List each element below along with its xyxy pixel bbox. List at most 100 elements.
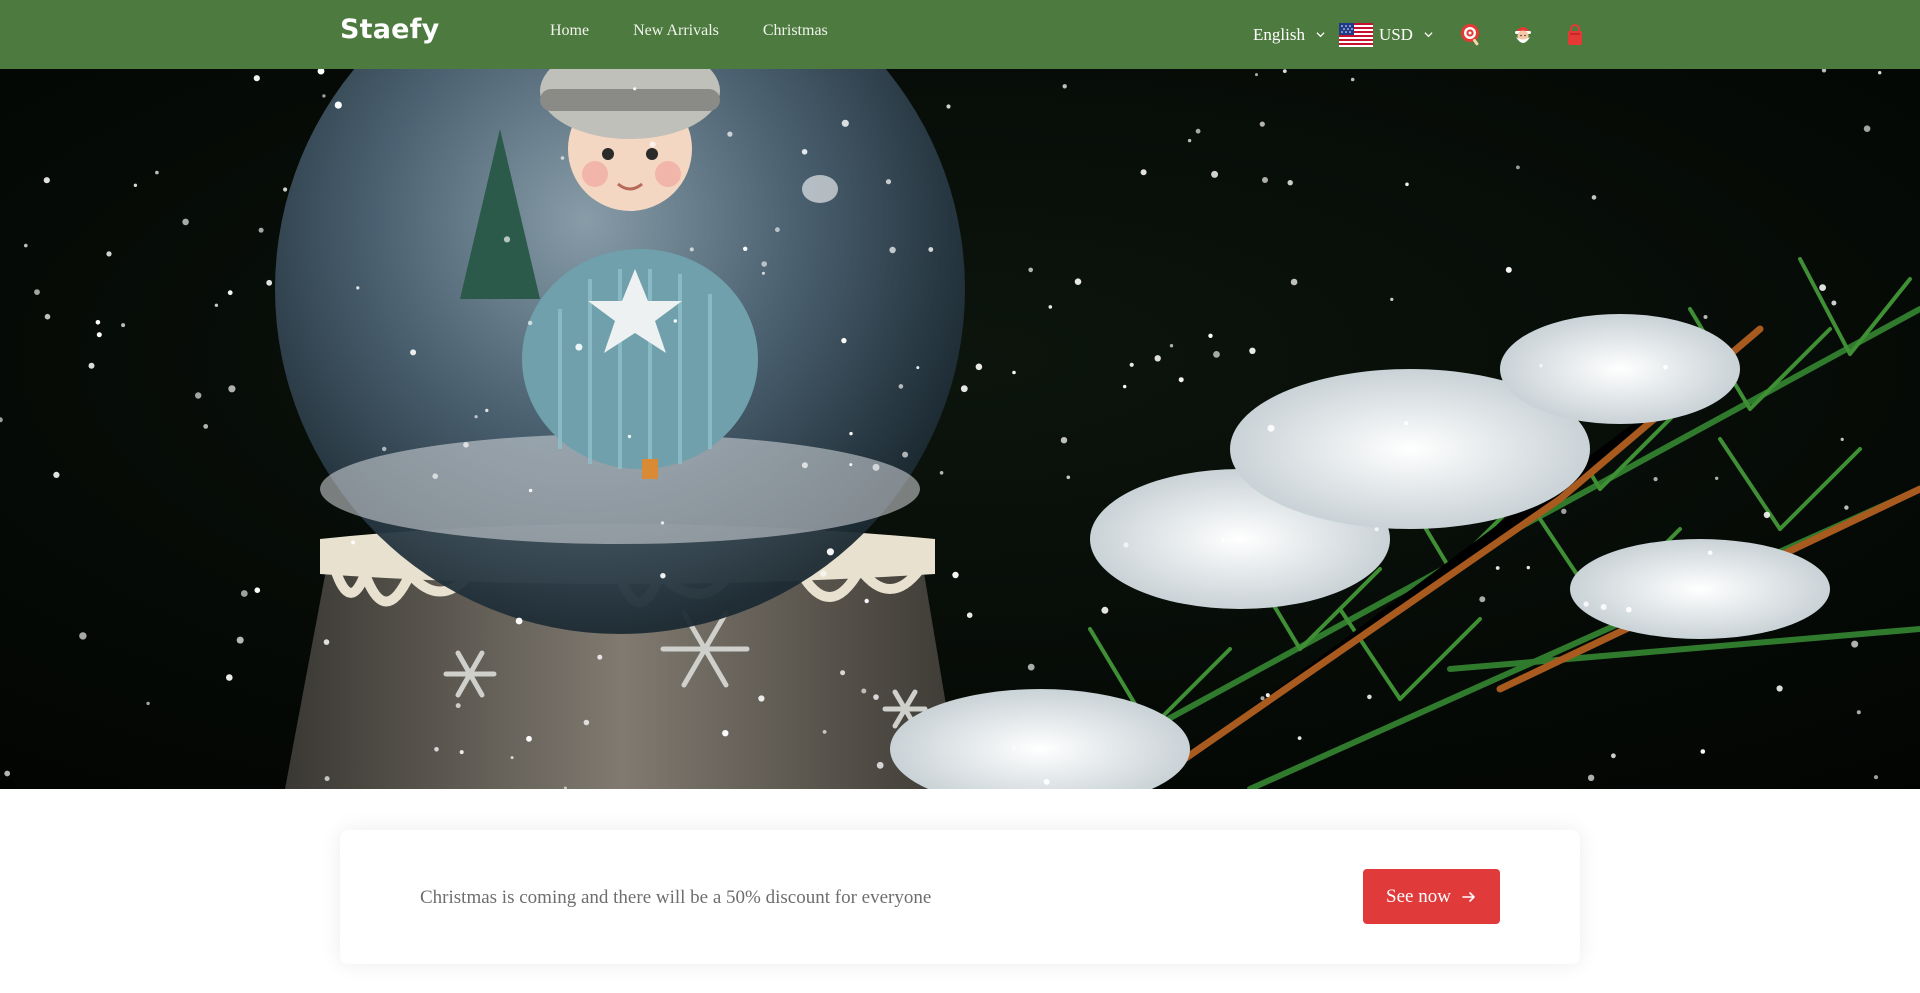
snow-dot [727, 131, 733, 137]
snow-dot [1505, 266, 1512, 273]
snow-dot [841, 337, 847, 344]
snow-dot [801, 149, 808, 155]
snow-dot [228, 385, 236, 393]
snow-dot [1178, 377, 1184, 383]
snow-dot [1663, 364, 1668, 370]
snow-dot [820, 570, 827, 577]
snow-dot [1611, 753, 1616, 759]
snow-dot [24, 243, 28, 248]
snow-dot [463, 442, 469, 448]
snow-dot [841, 119, 849, 127]
snow-dot [1195, 128, 1201, 134]
shopping-bag-icon[interactable] [1563, 23, 1587, 47]
snow-dot [861, 688, 867, 694]
snow-dot [226, 674, 233, 681]
snow-dot [761, 271, 765, 275]
snow-dot [885, 179, 892, 185]
snow-dot [227, 290, 233, 296]
snow-dot [240, 590, 248, 597]
snow-dot [1249, 347, 1256, 354]
snow-dot [1374, 527, 1379, 532]
us-flag-icon [1338, 22, 1373, 47]
snow-dot [95, 320, 101, 325]
snow-dot [1390, 297, 1394, 301]
snow-dot [351, 540, 356, 545]
snow-dot [1287, 180, 1293, 186]
snow-dot [1495, 566, 1500, 570]
snow-dot [459, 750, 464, 755]
snow-dot [975, 363, 983, 371]
snow-dot [1012, 370, 1016, 375]
snow-dot [1819, 284, 1826, 291]
language-selector[interactable]: English [1253, 25, 1325, 45]
currency-selector[interactable]: USD [1338, 22, 1433, 47]
snow-dot [898, 384, 904, 389]
snow-dot [258, 227, 264, 233]
snow-dot [660, 573, 666, 579]
snow-dot [214, 303, 219, 307]
nav-new-arrivals[interactable]: New Arrivals [633, 22, 719, 40]
snow-dot [1844, 505, 1849, 510]
snow-dot [597, 654, 603, 660]
snow-dot [474, 415, 478, 419]
snow-dot [1066, 475, 1071, 480]
snow-dot [266, 279, 273, 286]
nav-christmas[interactable]: Christmas [763, 22, 828, 40]
snow-dot [1561, 508, 1567, 514]
snow-dot [633, 87, 637, 91]
snow-dot [722, 730, 729, 737]
snow-dot [1211, 170, 1219, 178]
snow-dot [1856, 710, 1861, 715]
arrow-right-icon [1462, 891, 1475, 902]
currency-label: USD [1378, 24, 1413, 44]
snow-dot [1831, 300, 1837, 306]
main-nav: Home New Arrivals Christmas [550, 22, 828, 40]
snow-dot [1587, 774, 1595, 781]
snow-dot [1851, 640, 1859, 648]
snow-dot [876, 761, 884, 769]
lollipop-icon[interactable] [1459, 23, 1483, 47]
snow-dot [334, 101, 342, 109]
snow-dot [356, 286, 360, 290]
snow-dot [1154, 355, 1161, 362]
snow-dot [822, 730, 827, 734]
site-logo[interactable]: Staefy [340, 14, 439, 45]
snow-dot [1776, 685, 1783, 692]
santa-icon[interactable] [1511, 23, 1535, 47]
snow-dot [946, 104, 951, 109]
snow-dot [1265, 693, 1270, 698]
snow-dot [455, 703, 461, 709]
snow-dot [1262, 177, 1268, 183]
snow-dot [1259, 121, 1265, 127]
snow-dot [133, 183, 138, 187]
snow-dot [1404, 421, 1409, 426]
snow-dot [689, 247, 694, 252]
snow-dot [1763, 511, 1771, 519]
see-now-label: See now [1386, 885, 1451, 907]
snow-dot [323, 639, 330, 645]
see-now-button[interactable]: See now [1363, 869, 1500, 924]
snow-dot [1840, 437, 1844, 441]
language-label: English [1253, 24, 1305, 44]
snow-dot [840, 670, 846, 676]
snow-dot [1878, 71, 1882, 75]
snow-dot [1526, 565, 1531, 570]
header-icons [1459, 23, 1587, 47]
snow-dot [660, 521, 665, 525]
snow-dot [873, 694, 879, 700]
snow-dot [410, 349, 417, 356]
snow-dot [4, 770, 11, 777]
snow-dot [79, 632, 87, 640]
snow-dot [53, 471, 60, 478]
snow-dot [1043, 778, 1050, 785]
snow-dot [1405, 182, 1409, 187]
nav-home[interactable]: Home [550, 22, 589, 40]
snow-dot [960, 385, 968, 393]
snow-dot [1123, 384, 1127, 389]
snow-dot [775, 227, 780, 233]
snow-dot [1290, 278, 1298, 286]
snow-dot [1260, 696, 1265, 701]
snow-dot [1187, 138, 1192, 143]
snow-dot [432, 473, 439, 480]
snow-dot [1653, 477, 1658, 482]
